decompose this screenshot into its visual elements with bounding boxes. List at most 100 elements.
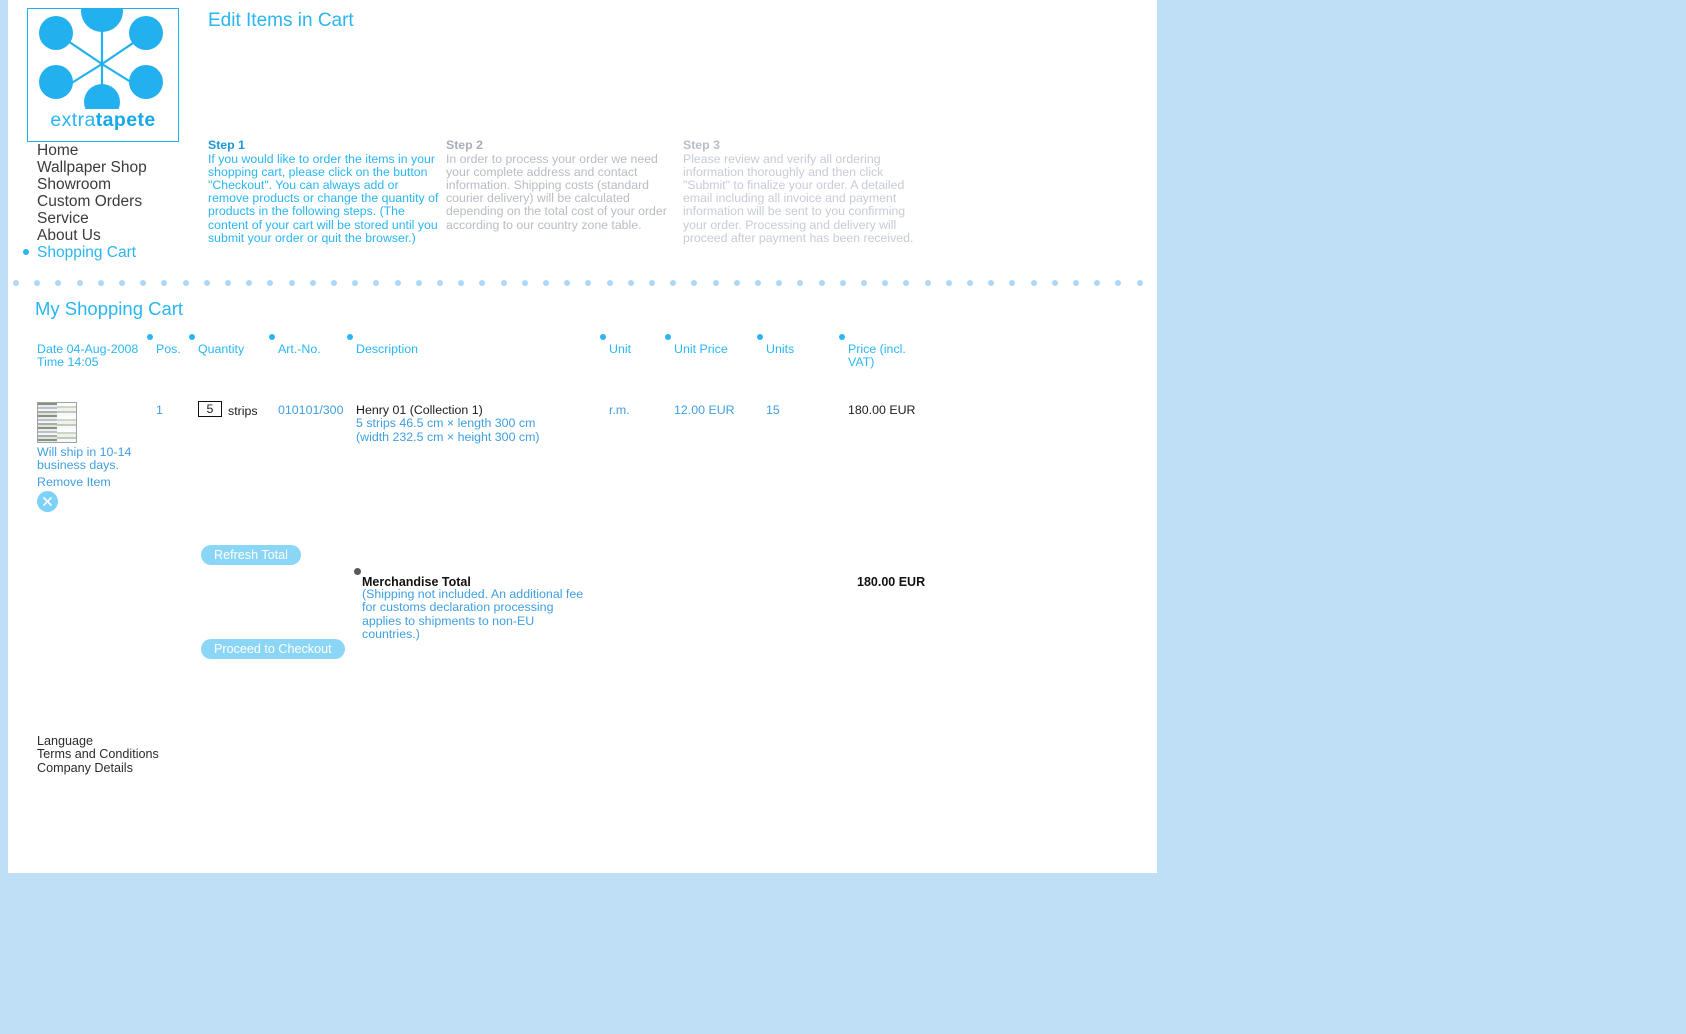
footer-link-company-details[interactable]: Company Details <box>37 761 159 775</box>
divider-dot <box>500 280 507 286</box>
cart-date-time: Date 04-Aug-2008 Time 14:05 <box>37 342 157 370</box>
divider-dot <box>776 280 783 286</box>
step-2: Step 2 In order to process your order we… <box>446 138 678 232</box>
nav-item-shopping-cart[interactable]: Shopping Cart <box>23 244 227 262</box>
divider-dot <box>627 280 634 286</box>
cart-time: Time 14:05 <box>37 355 99 370</box>
proceed-to-checkout-button[interactable]: Proceed to Checkout <box>201 639 345 659</box>
cart-heading: My Shopping Cart <box>35 298 184 319</box>
divider-dot <box>903 280 910 286</box>
divider-dot <box>1030 280 1037 286</box>
footer-link-terms[interactable]: Terms and Conditions <box>37 747 159 761</box>
cell-art-no: 010101/300 <box>278 403 344 417</box>
divider-dot <box>394 280 401 286</box>
total-bullet-icon <box>354 568 361 575</box>
divider-dot <box>246 280 253 286</box>
divider-dot <box>373 280 380 286</box>
divider-dot <box>924 280 931 286</box>
hub-and-spokes-icon <box>39 9 163 109</box>
divider-dot <box>606 280 613 286</box>
divider-dot <box>945 280 952 286</box>
nav-item-wallpaper-shop[interactable]: Wallpaper Shop <box>27 159 227 177</box>
column-header-quantity: Quantity <box>198 342 278 356</box>
step-1: Step 1 If you would like to order the it… <box>208 138 440 245</box>
quantity-input[interactable] <box>198 401 222 417</box>
divider-dot <box>670 280 677 286</box>
divider-dot <box>331 280 337 286</box>
product-thumbnail[interactable] <box>37 402 77 443</box>
divider-dot <box>691 280 698 286</box>
divider-dot <box>1073 280 1079 286</box>
table-row: Will ship in 10-14 business days. Remove… <box>8 398 1157 528</box>
divider-dot <box>839 280 846 286</box>
column-header-description: Description <box>356 342 606 356</box>
divider-dot <box>1115 280 1122 286</box>
divider-dot <box>437 280 443 286</box>
divider-dot <box>543 280 549 286</box>
step-1-body: If you would like to order the items in … <box>208 152 439 245</box>
cell-unit-price: 12.00 EUR <box>674 403 735 417</box>
divider-dot <box>97 280 104 286</box>
step-2-body: In order to process your order we need y… <box>446 152 667 232</box>
divider-dot <box>1094 280 1101 286</box>
divider-dot <box>309 280 316 286</box>
divider-dot <box>203 280 210 286</box>
column-header-unit: Unit <box>609 342 669 356</box>
divider-dot <box>649 280 655 286</box>
column-header-pos: Pos. <box>156 342 196 356</box>
divider-dot <box>564 280 571 286</box>
divider-dot <box>967 280 973 286</box>
divider-dot <box>55 280 62 286</box>
divider-dot <box>712 280 719 286</box>
divider-dot <box>119 280 125 286</box>
cell-description-title: Henry 01 (Collection 1) <box>356 403 483 417</box>
divider-dot <box>882 280 889 286</box>
merchandise-total-value: 180.00 EUR <box>857 575 926 589</box>
nav-item-about-us[interactable]: About Us <box>27 227 227 245</box>
column-header-art-no: Art.-No. <box>278 342 356 356</box>
logo-word-prefix: extra <box>50 109 96 131</box>
close-circle-icon[interactable] <box>37 491 58 512</box>
cart-table-header: Date 04-Aug-2008 Time 14:05 Pos. Quantit… <box>8 342 1157 377</box>
shipping-note: Will ship in 10-14 business days. <box>37 445 132 473</box>
divider-dot <box>861 280 867 286</box>
header-region: extratapete Home Wallpaper Shop Showroom… <box>8 0 1157 286</box>
column-header-unit-price: Unit Price <box>674 342 762 356</box>
nav-item-showroom[interactable]: Showroom <box>27 176 227 194</box>
logo-word-suffix: tapete <box>95 109 156 131</box>
footer-link-language[interactable]: Language <box>37 734 159 748</box>
refresh-total-button[interactable]: Refresh Total <box>201 545 301 565</box>
merchandise-total-note: (Shipping not included. An additional fe… <box>362 587 584 641</box>
divider-dot <box>34 280 41 286</box>
nav-item-service[interactable]: Service <box>27 210 227 228</box>
divider-dot <box>458 280 465 286</box>
cell-units: 15 <box>766 403 780 417</box>
cell-description-line-2: (width 232.5 cm × height 300 cm) <box>356 429 540 444</box>
divider-dot <box>479 280 486 286</box>
nav-item-home[interactable]: Home <box>27 142 227 160</box>
remove-item-link[interactable]: Remove Item <box>37 475 111 489</box>
nav-item-custom-orders[interactable]: Custom Orders <box>27 193 227 211</box>
divider-dot <box>988 280 995 286</box>
quantity-unit-label: strips <box>228 404 258 418</box>
divider-dot <box>818 280 825 286</box>
divider-dot <box>182 280 189 286</box>
site-logo[interactable]: extratapete <box>27 8 179 142</box>
column-header-price-incl-vat: Price (incl. VAT) <box>848 342 920 369</box>
divider-dot <box>267 280 274 286</box>
divider-dot <box>161 280 168 286</box>
cell-pos: 1 <box>156 403 163 417</box>
divider-dot <box>1009 280 1016 286</box>
divider-dot <box>521 280 528 286</box>
divider-dot <box>288 280 295 286</box>
divider-dot <box>76 280 83 286</box>
cell-description-line-1: 5 strips 46.5 cm × length 300 cm <box>356 416 536 431</box>
cell-unit: r.m. <box>609 403 630 417</box>
step-3-body: Please review and verify all ordering in… <box>683 152 914 245</box>
divider-dot <box>140 280 147 286</box>
divider-dot <box>733 280 740 286</box>
page-title: Edit Items in Cart <box>208 10 354 31</box>
footer-links: Language Terms and Conditions Company De… <box>37 734 159 775</box>
divider-dot <box>225 280 231 286</box>
dotted-divider <box>8 280 1157 290</box>
